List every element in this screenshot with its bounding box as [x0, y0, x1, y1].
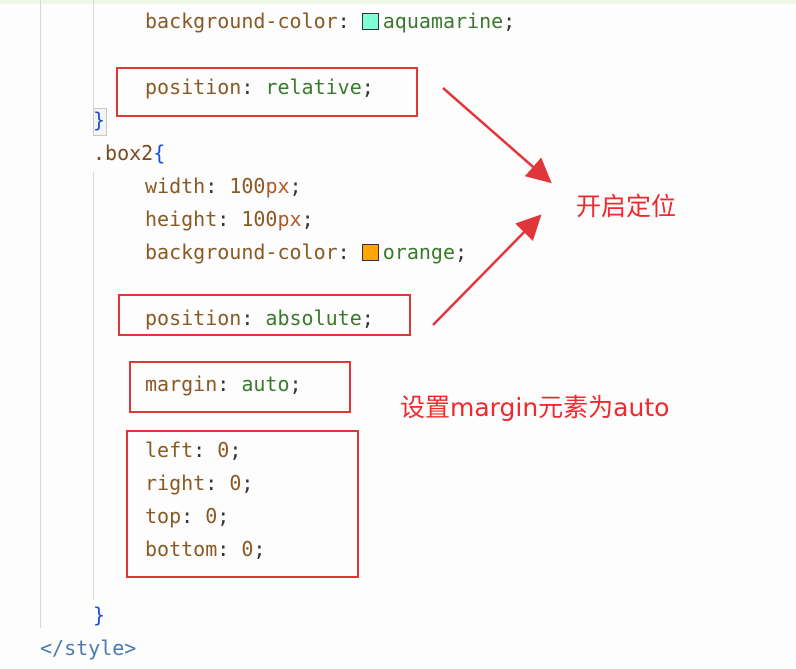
annotation-enable-positioning: 开启定位 — [576, 192, 677, 221]
annotation-arrows — [432, 87, 552, 326]
code-editor[interactable]: background-color: aquamarine; position: … — [0, 0, 796, 669]
arrow-to-label — [442, 87, 552, 184]
annotation-set-margin-auto: 设置margin元素为auto — [400, 393, 670, 422]
arrow-to-label — [432, 214, 542, 326]
